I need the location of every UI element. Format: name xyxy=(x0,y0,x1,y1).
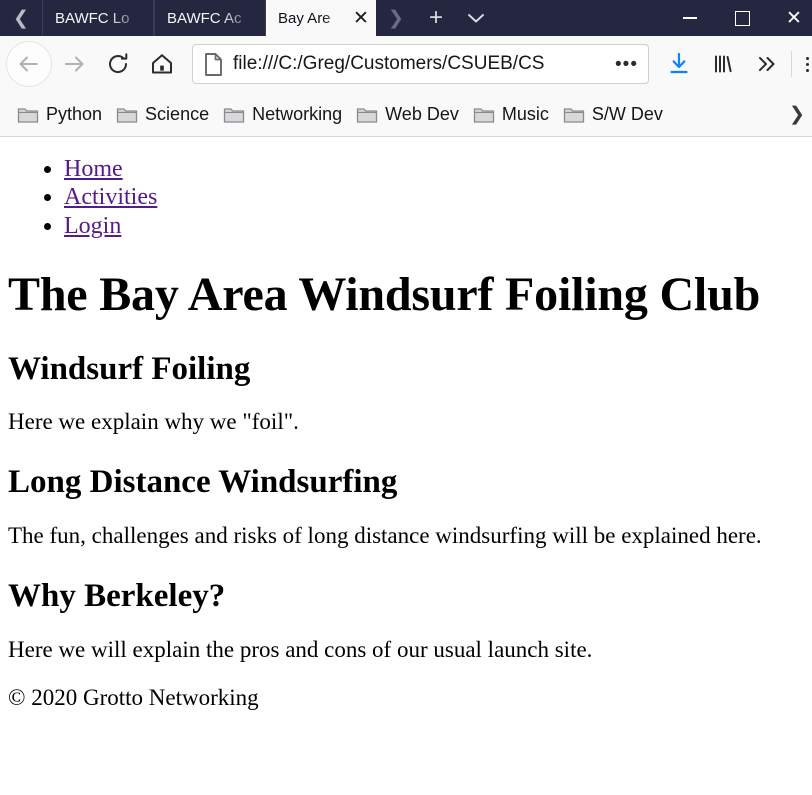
list-item: Home xyxy=(64,155,804,183)
bookmark-item-sw-dev[interactable]: S/W Dev xyxy=(556,99,670,129)
back-button[interactable] xyxy=(6,41,52,87)
browser-tab-2[interactable]: BAWFC Ac xyxy=(154,0,266,36)
bookmark-label: Python xyxy=(46,103,103,124)
bookmark-item-networking[interactable]: Networking xyxy=(216,99,349,129)
toolbar-divider xyxy=(791,51,792,77)
browser-titlebar: ❮ BAWFC Lo BAWFC Ac Bay Are ✕ ❯ + ✕ xyxy=(0,0,812,36)
back-arrow-icon xyxy=(19,56,38,72)
tab-scroll-left-button[interactable]: ❮ xyxy=(0,0,42,36)
list-item: Login xyxy=(64,212,804,240)
bookmarks-bar: Python Science Networking Web Dev Music … xyxy=(0,92,812,137)
new-tab-button[interactable]: + xyxy=(416,6,456,30)
list-item: Activities xyxy=(64,183,804,211)
bookmarks-overflow-button[interactable]: ❯ xyxy=(784,92,810,136)
download-arrow-icon xyxy=(670,52,688,74)
folder-icon xyxy=(563,105,585,124)
chevron-down-icon xyxy=(468,13,484,22)
window-minimize-button[interactable] xyxy=(664,0,716,36)
toolbar-overflow-button[interactable] xyxy=(745,42,789,86)
section-heading-long-distance-windsurfing: Long Distance Windsurfing xyxy=(8,464,398,501)
browser-tab-3-active[interactable]: Bay Are ✕ xyxy=(266,0,376,36)
chevron-left-icon: ❮ xyxy=(13,7,29,29)
bookmark-item-python[interactable]: Python xyxy=(10,99,109,129)
nav-link-activities[interactable]: Activities xyxy=(64,184,157,210)
folder-icon xyxy=(356,105,378,124)
bookmark-label: Science xyxy=(145,103,210,124)
downloads-button[interactable] xyxy=(657,42,701,86)
section-heading-why-berkeley: Why Berkeley? xyxy=(8,578,226,615)
url-input[interactable]: file:///C:/Greg/Customers/CSUEB/CS xyxy=(233,53,607,75)
close-icon: ✕ xyxy=(786,7,802,29)
toolbar-right-actions xyxy=(657,42,809,86)
site-nav-list: Home Activities Login xyxy=(8,155,804,240)
navigation-toolbar: file:///C:/Greg/Customers/CSUEB/CS ••• xyxy=(0,36,812,92)
reload-button[interactable] xyxy=(96,42,140,86)
bookmark-label: Networking xyxy=(252,103,343,124)
page-title: The Bay Area Windsurf Foiling Club xyxy=(8,267,761,321)
kebab-menu-icon-dot xyxy=(805,62,809,66)
folder-icon xyxy=(223,105,245,124)
url-bar[interactable]: file:///C:/Greg/Customers/CSUEB/CS ••• xyxy=(192,44,649,84)
page-footer-copyright: © 2020 Grotto Networking xyxy=(8,684,259,710)
maximize-icon xyxy=(734,10,750,26)
bookmark-label: Music xyxy=(501,103,549,124)
tab-close-icon[interactable]: ✕ xyxy=(350,9,372,28)
folder-icon xyxy=(116,105,138,124)
forward-arrow-icon xyxy=(65,56,84,72)
folder-icon xyxy=(473,105,495,124)
tab-strip-tools: ❯ + xyxy=(376,0,496,36)
app-menu-button[interactable] xyxy=(794,42,812,86)
library-icon xyxy=(715,55,732,73)
bookmark-item-web-dev[interactable]: Web Dev xyxy=(349,99,466,129)
double-chevron-right-icon xyxy=(759,57,775,71)
home-icon xyxy=(152,54,172,74)
bookmark-item-music[interactable]: Music xyxy=(466,99,556,129)
minimize-icon xyxy=(683,17,697,19)
bookmark-label: Web Dev xyxy=(385,103,459,124)
bookmark-item-science[interactable]: Science xyxy=(109,99,216,129)
window-controls: ✕ xyxy=(664,0,812,36)
bookmark-label: S/W Dev xyxy=(591,103,663,124)
kebab-menu-icon-dot xyxy=(805,56,809,60)
page-actions-button[interactable]: ••• xyxy=(607,55,642,74)
tab-list-dropdown-button[interactable] xyxy=(456,10,496,27)
tab-strip: BAWFC Lo BAWFC Ac Bay Are ✕ xyxy=(42,0,376,36)
kebab-menu-icon-dot xyxy=(805,68,809,72)
section-body-windsurf-foiling: Here we explain why we "foil". xyxy=(8,409,299,435)
browser-tab-1[interactable]: BAWFC Lo xyxy=(42,0,154,36)
tab-title: BAWFC Ac xyxy=(167,9,242,27)
reload-icon xyxy=(109,53,128,73)
forward-button[interactable] xyxy=(52,42,96,86)
nav-link-home[interactable]: Home xyxy=(64,156,123,182)
window-maximize-button[interactable] xyxy=(716,0,768,36)
library-button[interactable] xyxy=(701,42,745,86)
home-button[interactable] xyxy=(140,42,184,86)
nav-link-login[interactable]: Login xyxy=(64,213,121,239)
section-heading-windsurf-foiling: Windsurf Foiling xyxy=(8,350,251,387)
tab-scroll-right-button[interactable]: ❯ xyxy=(376,9,416,28)
section-body-long-distance-windsurfing: The fun, challenges and risks of long di… xyxy=(8,522,762,548)
tab-title: Bay Are xyxy=(278,9,331,27)
chevron-right-icon: ❯ xyxy=(388,7,404,29)
page-content: Home Activities Login The Bay Area Winds… xyxy=(0,137,812,788)
page-document-icon xyxy=(203,52,224,77)
tab-title: BAWFC Lo xyxy=(55,9,130,27)
window-close-button[interactable]: ✕ xyxy=(768,0,812,36)
section-body-why-berkeley: Here we will explain the pros and cons o… xyxy=(8,636,593,662)
folder-icon xyxy=(17,105,39,124)
